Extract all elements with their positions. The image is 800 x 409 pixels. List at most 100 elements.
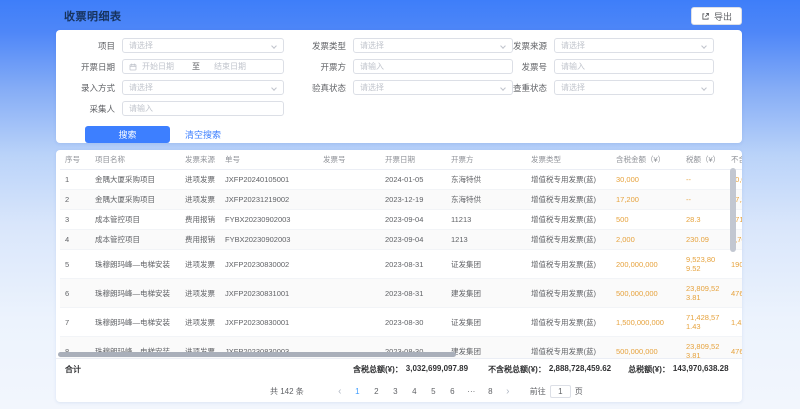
table-cell: 建发集团 [446, 279, 526, 308]
table-cell: JXFP20230830002 [220, 250, 318, 279]
table-cell: 增值税专用发票(蓝) [526, 279, 611, 308]
table-cell: 进项发票 [180, 308, 220, 337]
page-number[interactable]: 2 [367, 387, 386, 396]
summary-total-tax: 总税额(¥)： 143,970,638.28 [628, 364, 728, 375]
table-cell: 28.3 [681, 210, 726, 230]
table-cell: 230.09 [681, 230, 726, 250]
page-number[interactable]: 5 [424, 387, 443, 396]
page-number[interactable]: 4 [405, 387, 424, 396]
table-cell: 2023-08-30 [380, 308, 446, 337]
table-cell: 1,428,571,428.57 [726, 308, 742, 337]
table-row[interactable]: 4成本管控项目费用报销FYBX202309020032023-09-041213… [60, 230, 742, 250]
horizontal-scrollbar[interactable] [58, 352, 456, 357]
export-button-label: 导出 [714, 10, 732, 23]
summary-incl-tax-value: 3,032,699,097.89 [406, 364, 468, 375]
entry-method-select[interactable]: 请选择 [122, 80, 284, 95]
table-cell: 500 [611, 210, 681, 230]
page-number[interactable]: 3 [386, 387, 405, 396]
project-label: 项目 [56, 40, 122, 52]
summary-total-tax-value: 143,970,638.28 [673, 364, 729, 375]
date-separator: 至 [192, 61, 200, 72]
page-ellipsis[interactable]: ··· [462, 387, 481, 396]
table-panel: 序号项目名称发票来源单号发票号开票日期开票方发票类型含税金额（¥）税额（¥）不含… [56, 150, 742, 402]
table-cell: 金隅大厦采购项目 [90, 190, 180, 210]
invoice-date-range-picker[interactable]: 开始日期 至 结束日期 [122, 59, 284, 74]
verify-status-label: 验真状态 [284, 82, 353, 94]
invoice-type-label: 发票类型 [284, 40, 353, 52]
invoice-table: 序号项目名称发票来源单号发票号开票日期开票方发票类型含税金额（¥）税额（¥）不含… [60, 150, 742, 358]
table-cell: 476,190,476.19 [726, 337, 742, 359]
summary-row: 合计 含税总额(¥)： 3,032,699,097.89 不含税总额(¥)： 2… [56, 358, 742, 380]
table-cell [318, 210, 380, 230]
table-cell: JXFP20231219002 [220, 190, 318, 210]
table-cell: 17,200 [611, 190, 681, 210]
table-cell: 进项发票 [180, 250, 220, 279]
table-cell: FYBX20230902003 [220, 230, 318, 250]
column-header: 不含税金额（¥） [726, 150, 742, 170]
entry-method-label: 录入方式 [56, 82, 122, 94]
table-cell: 2,000 [611, 230, 681, 250]
goto-page-input[interactable] [550, 385, 571, 398]
invoice-no-input[interactable]: 请输入 [554, 59, 714, 74]
table-cell: 200,000,000 [611, 250, 681, 279]
table-cell: 7 [60, 308, 90, 337]
invoice-source-select[interactable]: 请选择 [554, 38, 714, 53]
table-cell: 1213 [446, 230, 526, 250]
next-page-icon[interactable]: › [500, 386, 516, 397]
table-row[interactable]: 2金隅大厦采购项目进项发票JXFP202312190022023-12-19东海… [60, 190, 742, 210]
invoice-type-placeholder: 请选择 [360, 40, 384, 51]
page-suffix: 页 [575, 386, 583, 397]
table-row[interactable]: 6珠穆朗玛峰—电梯安装进项发票JXFP202308310012023-08-31… [60, 279, 742, 308]
table-cell: 2024-01-05 [380, 170, 446, 190]
chevron-down-icon [500, 85, 506, 91]
table-cell: 4 [60, 230, 90, 250]
table-cell: 珠穆朗玛峰—电梯安装 [90, 308, 180, 337]
table-row[interactable]: 1金隅大厦采购项目进项发票JXFP202401050012024-01-05东海… [60, 170, 742, 190]
column-header: 单号 [220, 150, 318, 170]
collector-input[interactable]: 请输入 [122, 101, 284, 116]
table-cell: 增值税专用发票(蓝) [526, 230, 611, 250]
table-row[interactable]: 7珠穆朗玛峰—电梯安装进项发票JXFP20230830001 2023-08-30… [60, 308, 742, 337]
page-number[interactable]: 8 [481, 387, 500, 396]
invoice-type-select[interactable]: 请选择 [353, 38, 513, 53]
table-cell: 费用报销 [180, 210, 220, 230]
vertical-scrollbar[interactable] [730, 168, 736, 252]
filter-row-3: 录入方式 请选择 验真状态 请选择 查重状态 请选择 [56, 80, 742, 95]
export-icon [701, 12, 710, 21]
table-cell: 东海特供 [446, 190, 526, 210]
filter-row-4: 采集人 请输入 [56, 101, 742, 116]
start-date-placeholder: 开始日期 [142, 61, 174, 72]
column-header: 发票类型 [526, 150, 611, 170]
page-number[interactable]: 6 [443, 387, 462, 396]
issuer-input[interactable]: 请输入 [353, 59, 513, 74]
table-cell: 证发集团 [446, 250, 526, 279]
table-cell: JXFP20230831001 [220, 279, 318, 308]
search-button[interactable]: 搜索 [85, 126, 170, 143]
table-cell: 2023-09-04 [380, 210, 446, 230]
pagination-total: 共 142 条 [270, 386, 304, 397]
table-row[interactable]: 3成本管控项目费用报销FYBX202309020032023-09-041121… [60, 210, 742, 230]
issuer-placeholder: 请输入 [360, 61, 384, 72]
invoice-date-label: 开票日期 [56, 61, 122, 73]
page-number[interactable]: 1 [348, 387, 367, 396]
table-cell: 建发集团 [446, 337, 526, 359]
table-cell: 增值税专用发票(蓝) [526, 210, 611, 230]
dup-status-select[interactable]: 请选择 [554, 80, 714, 95]
table-cell: JXFP20230830001 [220, 308, 318, 337]
table-row[interactable]: 5珠穆朗玛峰—电梯安装进项发票JXFP202308300022023-08-31… [60, 250, 742, 279]
clear-search-link[interactable]: 清空搜索 [185, 128, 221, 141]
column-header: 发票来源 [180, 150, 220, 170]
column-header: 含税金额（¥） [611, 150, 681, 170]
table-cell: FYBX20230902003 [220, 210, 318, 230]
prev-page-icon[interactable]: ‹ [332, 386, 348, 397]
verify-status-select[interactable]: 请选择 [353, 80, 513, 95]
table-cell: 增值税专用发票(蓝) [526, 308, 611, 337]
table-header-row: 序号项目名称发票来源单号发票号开票日期开票方发票类型含税金额（¥）税额（¥）不含… [60, 150, 742, 170]
table-cell [318, 190, 380, 210]
export-button[interactable]: 导出 [691, 7, 742, 25]
table-viewport: 序号项目名称发票来源单号发票号开票日期开票方发票类型含税金额（¥）税额（¥）不含… [56, 150, 742, 358]
project-select[interactable]: 请选择 [122, 38, 284, 53]
chevron-down-icon [271, 43, 277, 49]
collector-placeholder: 请输入 [129, 103, 153, 114]
table-cell: 5 [60, 250, 90, 279]
